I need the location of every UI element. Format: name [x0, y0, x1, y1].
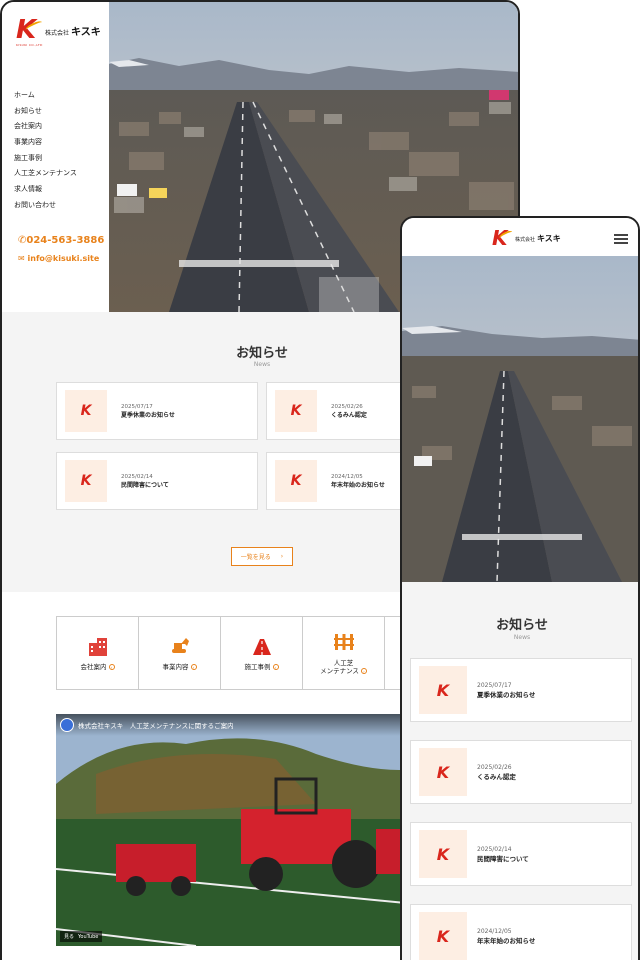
phone-link[interactable]: ✆024-563-3886 [18, 235, 104, 246]
service-item-turf[interactable]: 人工芝 メンテナンス › [303, 617, 385, 689]
news-thumb-logo: K [419, 748, 467, 796]
news-thumb-logo: K [65, 390, 107, 432]
hamburger-menu-icon[interactable] [614, 234, 628, 244]
service-item-business[interactable]: 事業内容 › [139, 617, 221, 689]
news-more-button[interactable]: 一覧を見る › [231, 547, 293, 566]
mobile-hero-image [402, 256, 638, 582]
excavator-icon [171, 638, 189, 653]
mobile-mockup: K 株式会社 キスキ お知らせ News K 2025/07/17 夏季休業のお… [400, 216, 640, 960]
nav-item-company[interactable]: 会社案内 [14, 119, 77, 135]
watch-on-youtube[interactable]: 見る YouTube [60, 931, 103, 942]
video-thumbnail [56, 714, 416, 946]
news-card[interactable]: K 2025/02/14 民間障害について [56, 452, 258, 510]
news-card[interactable]: K 2025/07/17 夏季休業のお知らせ [410, 658, 632, 722]
video-header: 株式会社キスキ 人工芝メンテナンスに関するご案内 [56, 714, 416, 736]
service-item-company[interactable]: 会社案内 › [57, 617, 139, 689]
news-date: 2024/12/05 [477, 927, 512, 935]
logo-prefix: 株式会社 [515, 236, 536, 243]
service-label: 会社案内 [80, 663, 107, 671]
email-link[interactable]: ✉ info@kisuki.site [18, 254, 99, 263]
youtube-video-embed[interactable]: 株式会社キスキ 人工芝メンテナンスに関するご案内 見る YouTube [56, 714, 416, 946]
youtube-logo: YouTube [78, 933, 99, 940]
news-date: 2025/07/17 [477, 681, 512, 689]
news-thumb-logo: K [275, 390, 317, 432]
news-title-text: くるみん認定 [331, 411, 367, 419]
news-thumb-logo: K [419, 830, 467, 878]
logo-prefix: 株式会社 [45, 29, 70, 37]
news-subtitle: News [253, 361, 271, 368]
building-icon [88, 638, 107, 656]
news-thumb-logo: K [275, 460, 317, 502]
nav-item-recruit[interactable]: 求人情報 [14, 182, 77, 198]
news-title-text: 年末年始のお知らせ [477, 936, 536, 945]
mockup-stage: K KISUKI CO.,LTD 株式会社 キスキ ホーム お知らせ 会社案内 事… [0, 0, 640, 960]
service-label: 事業内容 [162, 663, 189, 671]
k-logo-icon: K [492, 227, 514, 249]
logo-name: キスキ [71, 26, 101, 38]
circle-arrow-icon: › [360, 668, 367, 674]
news-title: お知らせ [236, 346, 288, 361]
nav-item-news[interactable]: お知らせ [14, 104, 77, 120]
news-subtitle: News [513, 634, 531, 641]
news-card[interactable]: K 2025/07/17 夏季休業のお知らせ [56, 382, 258, 440]
circle-arrow-icon: › [108, 664, 115, 670]
company-logo[interactable]: K KISUKI CO.,LTD 株式会社 キスキ [16, 15, 101, 47]
service-label: 施工事例 [244, 663, 271, 671]
news-card[interactable]: K 2024/12/05 年末年始のお知らせ [410, 904, 632, 960]
logo-name: キスキ [537, 233, 561, 243]
k-logo-icon: K KISUKI CO.,LTD [16, 15, 44, 47]
news-date: 2025/02/26 [477, 763, 512, 771]
road-icon [252, 639, 271, 655]
news-title-text: 年末年始のお知らせ [331, 481, 385, 489]
circle-arrow-icon: › [190, 664, 197, 670]
company-logo[interactable]: K 株式会社 キスキ [492, 227, 561, 249]
news-date: 2025/02/14 [477, 845, 512, 853]
nav-item-works[interactable]: 施工事例 [14, 151, 77, 167]
news-card[interactable]: K 2025/02/26 くるみん認定 [410, 740, 632, 804]
news-title-text: 民間障害について [121, 481, 169, 489]
nav-item-turf[interactable]: 人工芝メンテナンス [14, 166, 77, 182]
circle-arrow-icon: › [272, 664, 279, 670]
news-title-text: くるみん認定 [477, 772, 516, 781]
chevron-right-icon: › [280, 553, 284, 560]
news-thumb-logo: K [419, 666, 467, 714]
mobile-header: K 株式会社 キスキ [402, 218, 638, 256]
sidebar-nav: ホーム お知らせ 会社案内 事業内容 施工事例 人工芝メンテナンス 求人情報 お… [14, 88, 77, 214]
mail-icon: ✉ [18, 254, 25, 263]
service-item-works[interactable]: 施工事例 › [221, 617, 303, 689]
news-title-text: 民間障害について [477, 854, 529, 863]
news-thumb-logo: K [65, 460, 107, 502]
news-title: お知らせ [496, 618, 548, 633]
channel-avatar [60, 718, 74, 732]
news-card[interactable]: K 2025/02/14 民間障害について [410, 822, 632, 886]
sidebar: K KISUKI CO.,LTD 株式会社 キスキ ホーム お知らせ 会社案内 事… [2, 2, 109, 312]
service-label: 人工芝 メンテナンス [320, 659, 359, 675]
news-thumb-logo: K [419, 912, 467, 960]
nav-item-contact[interactable]: お問い合わせ [14, 198, 77, 214]
news-date: 2025/02/26 [331, 403, 363, 410]
fence-icon [333, 634, 354, 650]
nav-item-home[interactable]: ホーム [14, 88, 77, 104]
news-title-text: 夏季休業のお知らせ [477, 690, 536, 699]
video-title: 株式会社キスキ 人工芝メンテナンスに関するご案内 [78, 722, 234, 730]
nav-item-business[interactable]: 事業内容 [14, 135, 77, 151]
news-title-text: 夏季休業のお知らせ [121, 411, 175, 419]
